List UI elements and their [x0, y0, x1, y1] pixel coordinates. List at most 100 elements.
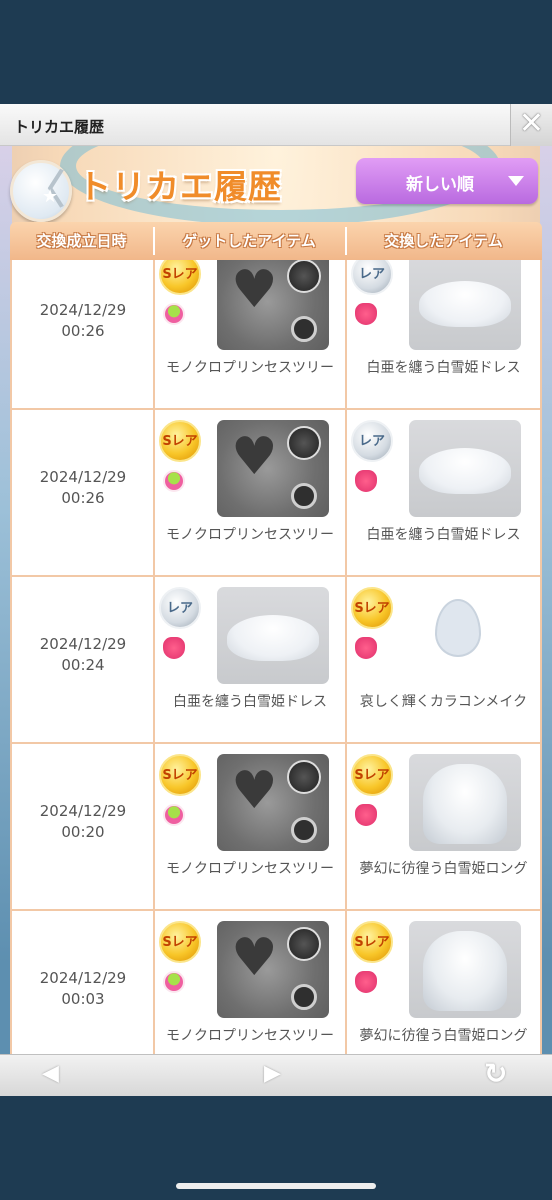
category-icon: [163, 470, 185, 492]
table-row[interactable]: 2024/12/29 00:26 ♥ Sレア モノクロプリンセスツリー レア 白…: [12, 410, 540, 577]
app-view: 〈 ★ トリカエ履歴 新しい順 交換成立日時 ゲットしたアイテム 交換したアイテ…: [0, 146, 552, 1054]
column-header-got: ゲットしたアイテム: [182, 232, 316, 250]
rose-icon: [287, 760, 321, 794]
locket-icon: [291, 984, 317, 1010]
category-icon: [355, 637, 377, 659]
exchange-time: 00:26: [61, 489, 105, 507]
item-name: 夢幻に彷徨う白雪姫ロング: [359, 861, 528, 877]
dress-icon: [227, 615, 319, 661]
history-table[interactable]: 2024/12/29 00:26 ♥ Sレア モノクロプリンセスツリー レア 白…: [10, 260, 542, 1054]
locket-icon: [291, 316, 317, 342]
table-row[interactable]: 2024/12/29 00:03 ♥ Sレア モノクロプリンセスツリー Sレア …: [12, 911, 540, 1054]
item-cell-gave[interactable]: Sレア 夢幻に彷徨う白雪姫ロング: [347, 911, 540, 1054]
window-title: トリカエ履歴: [14, 118, 105, 136]
rarity-badge: レア: [351, 260, 393, 295]
exchange-datetime: 2024/12/29 00:26: [12, 467, 154, 509]
rarity-badge: Sレア: [351, 754, 393, 796]
item-thumbnail[interactable]: [409, 754, 521, 851]
item-cell-gave[interactable]: レア 白亜を纏う白雪姫ドレス: [347, 410, 540, 577]
item-name: モノクロプリンセスツリー: [166, 360, 334, 376]
exchange-date: 2024/12/29: [39, 802, 127, 820]
nav-forward-icon[interactable]: ▶: [264, 1061, 281, 1086]
reload-icon[interactable]: ↻: [484, 1057, 507, 1090]
item-cell-get[interactable]: ♥ Sレア モノクロプリンセスツリー: [155, 744, 345, 911]
item-thumbnail[interactable]: ♥: [217, 260, 329, 350]
exchange-datetime: 2024/12/29 00:24: [12, 634, 154, 676]
heart-mirror-icon: ♥: [231, 761, 278, 821]
table-header: 交換成立日時 ゲットしたアイテム 交換したアイテム: [10, 222, 542, 260]
heart-mirror-icon: ♥: [231, 260, 278, 320]
rose-icon: [287, 426, 321, 460]
item-thumbnail[interactable]: [409, 587, 521, 684]
dress-icon: [419, 448, 511, 494]
exchange-datetime: 2024/12/29 00:26: [12, 300, 154, 342]
sort-dropdown[interactable]: 新しい順: [356, 158, 538, 204]
category-icon: [355, 470, 377, 492]
item-name: 白亜を纏う白雪姫ドレス: [173, 694, 327, 710]
page-title: トリカエ履歴: [78, 167, 282, 206]
item-cell-gave[interactable]: Sレア 夢幻に彷徨う白雪姫ロング: [347, 744, 540, 911]
exchange-date: 2024/12/29: [39, 468, 127, 486]
hair-icon: [423, 764, 507, 844]
heart-mirror-icon: ♥: [231, 427, 278, 487]
table-row[interactable]: 2024/12/29 00:26 ♥ Sレア モノクロプリンセスツリー レア 白…: [12, 260, 540, 410]
column-header-gave: 交換したアイテム: [384, 232, 503, 250]
rarity-badge: レア: [351, 420, 393, 462]
rarity-badge: Sレア: [159, 754, 201, 796]
locket-icon: [291, 483, 317, 509]
table-row[interactable]: 2024/12/29 00:24 レア 白亜を纏う白雪姫ドレス Sレア 哀しく輝…: [12, 577, 540, 744]
window-title-bar: トリカエ履歴 ✕: [0, 104, 552, 146]
category-icon: [163, 303, 185, 325]
item-cell-gave[interactable]: Sレア 哀しく輝くカラコンメイク: [347, 577, 540, 744]
item-cell-get[interactable]: ♥ Sレア モノクロプリンセスツリー: [155, 260, 345, 410]
item-thumbnail[interactable]: ♥: [217, 754, 329, 851]
item-cell-get[interactable]: レア 白亜を纏う白雪姫ドレス: [155, 577, 345, 744]
close-icon[interactable]: ✕: [510, 104, 552, 146]
item-cell-gave[interactable]: レア 白亜を纏う白雪姫ドレス: [347, 260, 540, 410]
category-icon: [355, 303, 377, 325]
item-thumbnail[interactable]: [409, 260, 521, 350]
item-name: 夢幻に彷徨う白雪姫ロング: [359, 1028, 528, 1044]
rarity-badge: Sレア: [159, 420, 201, 462]
rarity-badge: Sレア: [159, 921, 201, 963]
heart-mirror-icon: ♥: [231, 928, 278, 988]
rarity-badge: Sレア: [351, 921, 393, 963]
item-cell-get[interactable]: ♥ Sレア モノクロプリンセスツリー: [155, 410, 345, 577]
exchange-datetime: 2024/12/29 00:03: [12, 968, 154, 1010]
sort-label: 新しい順: [406, 175, 474, 195]
exchange-date: 2024/12/29: [39, 969, 127, 987]
rarity-badge: Sレア: [159, 260, 201, 295]
home-indicator: [176, 1183, 376, 1189]
browser-nav-bar: ◀ ▶ ↻: [0, 1054, 552, 1096]
item-thumbnail[interactable]: ♥: [217, 921, 329, 1018]
item-thumbnail[interactable]: [409, 921, 521, 1018]
item-thumbnail[interactable]: [409, 420, 521, 517]
category-icon: [163, 804, 185, 826]
item-cell-get[interactable]: ♥ Sレア モノクロプリンセスツリー: [155, 911, 345, 1054]
exchange-time: 00:20: [61, 823, 105, 841]
exchange-time: 00:26: [61, 322, 105, 340]
category-icon: [355, 804, 377, 826]
chevron-down-icon: [508, 176, 524, 186]
back-button[interactable]: 〈: [10, 160, 72, 222]
table-row[interactable]: 2024/12/29 00:20 ♥ Sレア モノクロプリンセスツリー Sレア …: [12, 744, 540, 911]
hair-icon: [423, 931, 507, 1011]
category-icon: [163, 971, 185, 993]
exchange-date: 2024/12/29: [39, 635, 127, 653]
category-icon: [163, 637, 185, 659]
item-name: モノクロプリンセスツリー: [166, 861, 334, 877]
item-name: 哀しく輝くカラコンメイク: [359, 694, 528, 710]
column-header-date: 交換成立日時: [36, 232, 127, 250]
item-name: モノクロプリンセスツリー: [166, 527, 334, 543]
item-name: 白亜を纏う白雪姫ドレス: [366, 527, 521, 543]
exchange-date: 2024/12/29: [39, 301, 127, 319]
item-thumbnail[interactable]: ♥: [217, 420, 329, 517]
rarity-badge: レア: [159, 587, 201, 629]
rose-icon: [287, 927, 321, 961]
item-name: 白亜を纏う白雪姫ドレス: [366, 360, 521, 376]
nav-back-icon[interactable]: ◀: [42, 1061, 59, 1086]
star-icon: ★: [42, 186, 59, 207]
category-icon: [355, 971, 377, 993]
item-name: モノクロプリンセスツリー: [166, 1028, 334, 1044]
item-thumbnail[interactable]: [217, 587, 329, 684]
